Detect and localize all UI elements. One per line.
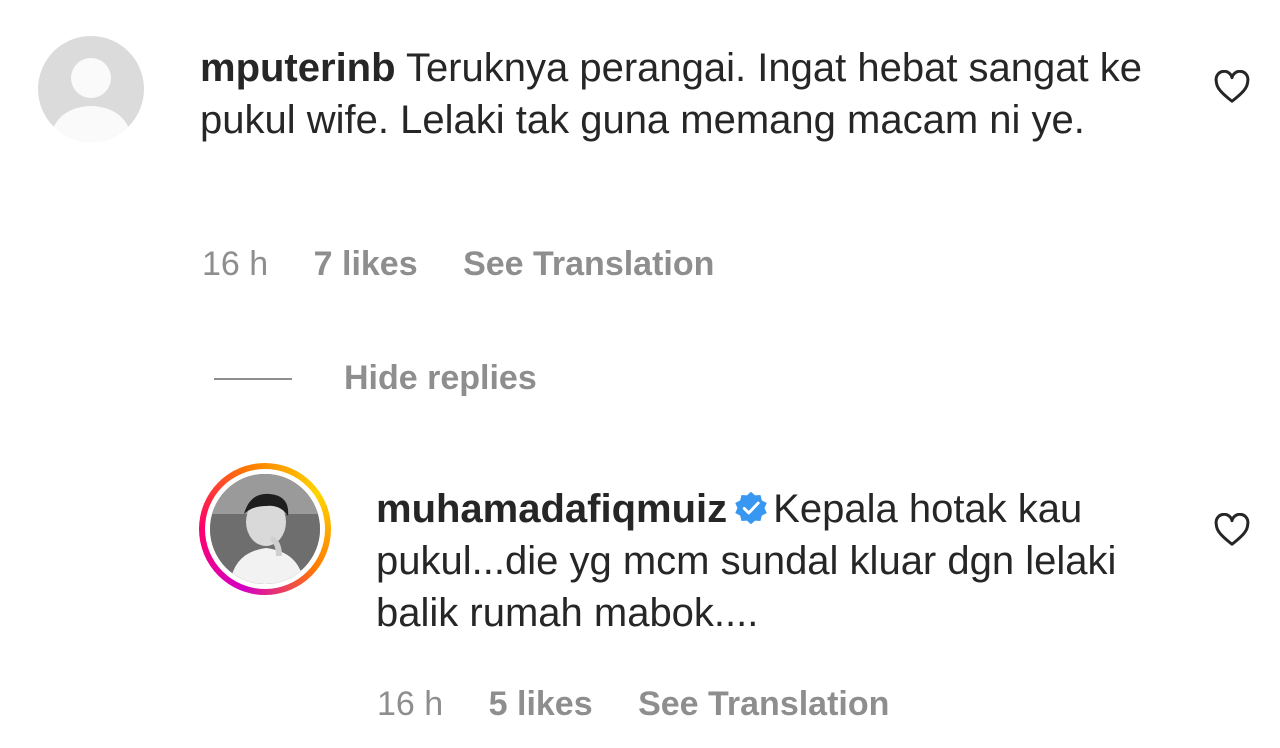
hide-replies-label: Hide replies xyxy=(344,359,537,397)
comment-text-block: mputerinb Teruknya perangai. Ingat hebat… xyxy=(200,42,1190,146)
reply-comment: muhamadafiqmuiz Kepala hotak kau pukul..… xyxy=(0,455,1280,748)
comment-username[interactable]: muhamadafiqmuiz xyxy=(376,487,727,531)
default-avatar-icon[interactable] xyxy=(38,36,144,142)
verified-badge-icon xyxy=(735,491,767,525)
comment-username[interactable]: mputerinb xyxy=(200,46,396,90)
comment-text-block: muhamadafiqmuiz Kepala hotak kau pukul..… xyxy=(376,483,1166,639)
comment-time: 16 h xyxy=(202,245,269,283)
comment-likes[interactable]: 5 likes xyxy=(489,685,593,723)
comment: mputerinb Teruknya perangai. Ingat hebat… xyxy=(0,0,1280,300)
comment-likes[interactable]: 7 likes xyxy=(314,245,418,283)
see-translation-link[interactable]: See Translation xyxy=(638,685,889,723)
comments-page: mputerinb Teruknya perangai. Ingat hebat… xyxy=(0,0,1280,748)
comment-meta: 16 h 5 likes See Translation xyxy=(377,684,925,724)
heart-icon[interactable] xyxy=(1214,513,1250,547)
story-ring-avatar[interactable] xyxy=(199,463,331,595)
comment-meta: 16 h 7 likes See Translation xyxy=(202,244,750,284)
hide-replies-button[interactable]: Hide replies xyxy=(214,356,614,400)
divider-line xyxy=(214,378,292,380)
profile-photo xyxy=(210,474,320,584)
see-translation-link[interactable]: See Translation xyxy=(463,245,714,283)
heart-icon[interactable] xyxy=(1214,70,1250,104)
comment-time: 16 h xyxy=(377,685,444,723)
